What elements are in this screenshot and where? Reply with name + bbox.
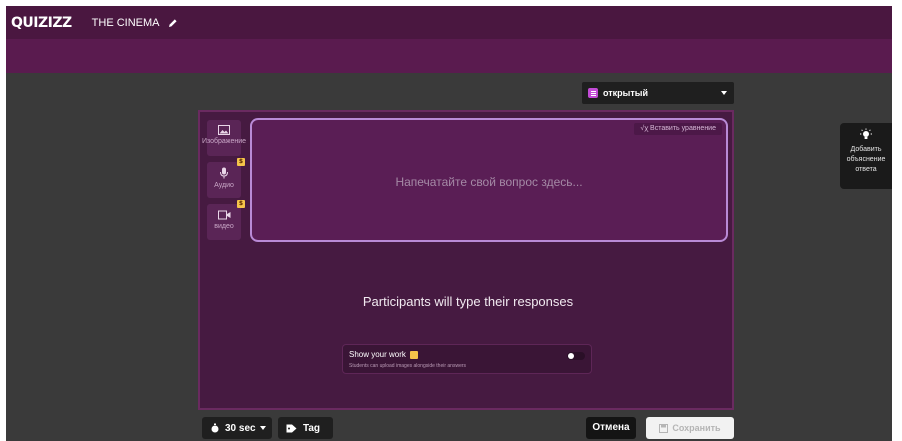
save-icon	[659, 423, 669, 433]
pro-badge: $	[237, 200, 245, 208]
quizizz-logo[interactable]: QUIZIZZ	[11, 15, 72, 31]
pencil-icon[interactable]	[168, 18, 178, 28]
image-label: Изображение	[201, 138, 247, 145]
add-audio-button[interactable]: $ Аудио	[207, 158, 245, 198]
image-icon	[218, 125, 230, 135]
add-image-button[interactable]: Изображение	[202, 120, 246, 156]
tag-button[interactable]: Tag	[278, 417, 333, 439]
quiz-title[interactable]: THE CINEMA	[92, 17, 160, 29]
lightbulb-icon	[860, 128, 872, 139]
video-camera-icon	[217, 210, 230, 220]
open-ended-icon	[588, 88, 598, 98]
question-placeholder: Напечатайте свой вопрос здесь...	[395, 175, 583, 189]
show-work-title: Show your work	[349, 350, 418, 359]
save-button[interactable]: Сохранить	[646, 417, 734, 439]
time-limit-label: 30 sec	[225, 422, 256, 434]
show-your-work-panel: Show your work Students can upload image…	[342, 344, 592, 374]
stopwatch-icon	[211, 423, 219, 433]
video-label: видео	[214, 223, 234, 230]
toggle-knob	[568, 353, 574, 359]
pro-badge	[409, 350, 418, 359]
chevron-down-icon	[721, 91, 727, 95]
add-video-button[interactable]: $ видео	[207, 200, 245, 240]
question-type-label: открытый	[603, 88, 648, 98]
time-limit-dropdown[interactable]: 30 sec	[202, 417, 272, 439]
question-input[interactable]: √ꭓ Вставить уравнение Напечатайте свой в…	[250, 118, 728, 242]
audio-label: Аудио	[214, 182, 234, 189]
microphone-icon	[220, 167, 228, 179]
insert-equation-button[interactable]: √ꭓ Вставить уравнение	[634, 123, 722, 135]
participants-response-text: Participants will type their responses	[362, 294, 574, 309]
add-explanation-button[interactable]: Добавить объяснение ответа	[840, 123, 892, 189]
app-frame: QUIZIZZ THE CINEMA открытый Изображение …	[6, 6, 892, 441]
pro-badge: $	[237, 158, 245, 166]
question-type-dropdown[interactable]: открытый	[582, 82, 734, 104]
show-work-toggle[interactable]	[567, 352, 585, 360]
show-work-subtitle: Students can upload images alongside the…	[349, 363, 467, 369]
cancel-button[interactable]: Отмена	[586, 417, 636, 439]
tag-icon	[286, 424, 297, 432]
chevron-down-icon	[259, 426, 266, 430]
sub-bar	[6, 39, 892, 73]
tag-label: Tag	[303, 422, 321, 434]
add-explanation-label: Добавить объяснение ответа	[846, 146, 886, 173]
show-work-title-text: Show your work	[349, 350, 406, 359]
top-bar: QUIZIZZ THE CINEMA	[6, 6, 892, 39]
save-label: Сохранить	[672, 423, 721, 433]
